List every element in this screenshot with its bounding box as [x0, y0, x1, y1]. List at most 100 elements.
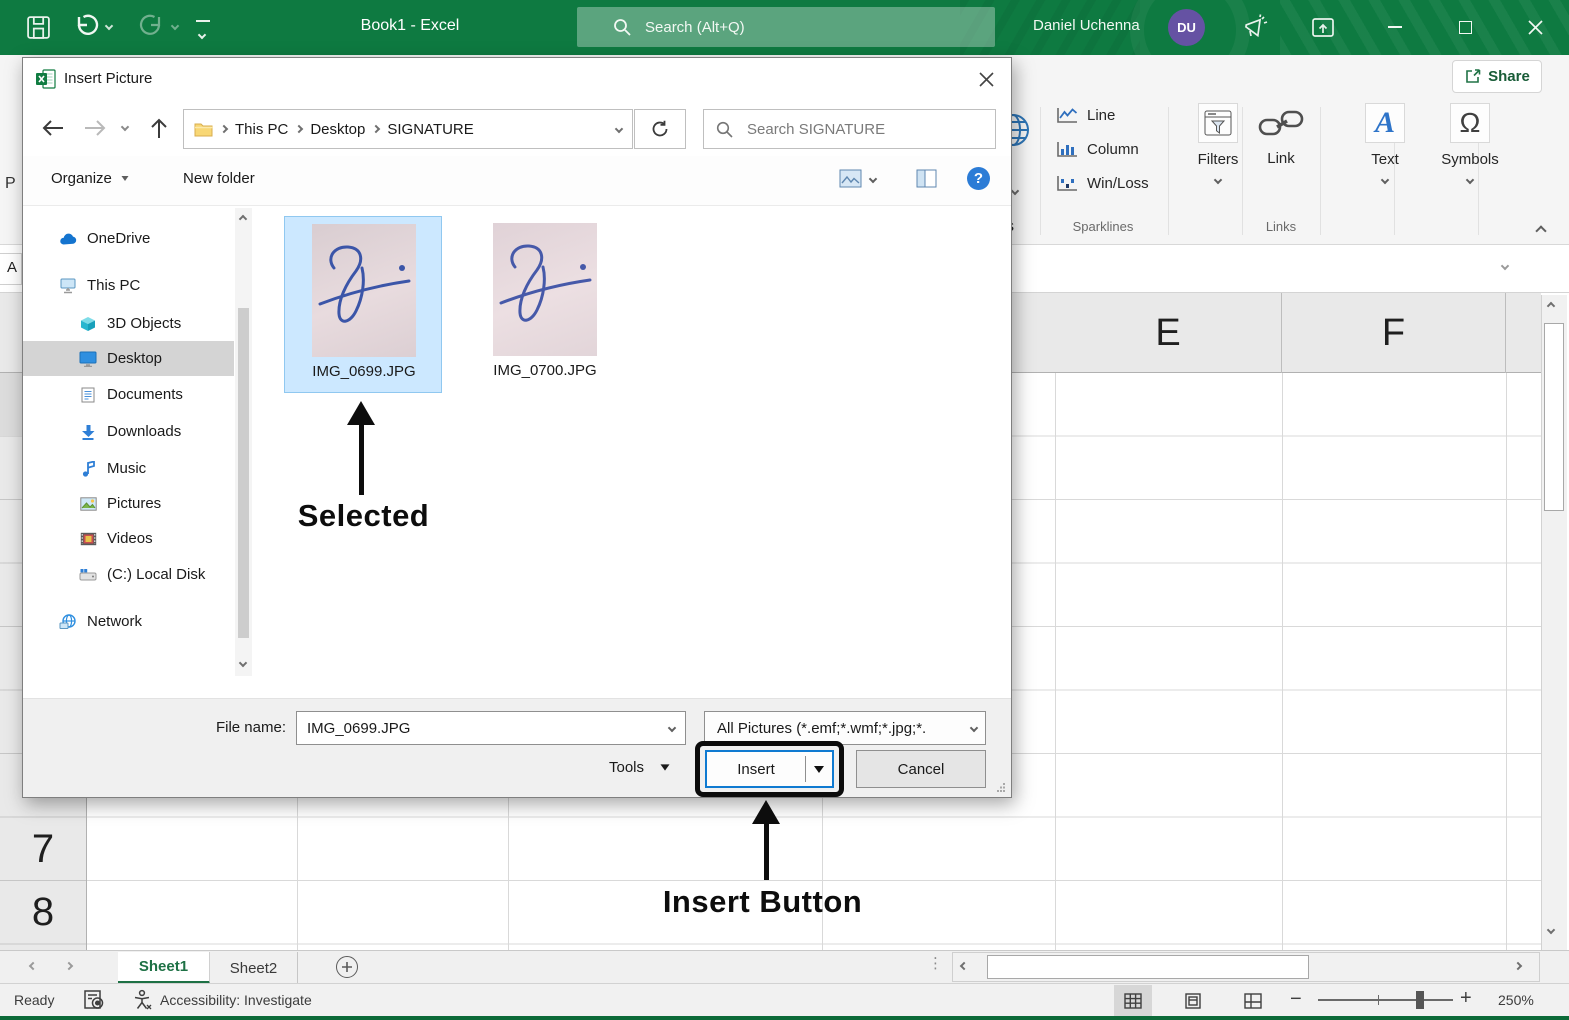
collapse-ribbon-chevron[interactable]	[1535, 225, 1546, 236]
redo-button[interactable]	[138, 12, 178, 40]
cancel-button[interactable]: Cancel	[856, 750, 986, 788]
search-box[interactable]: Search (Alt+Q)	[577, 7, 995, 47]
sidebar-item-onedrive[interactable]: OneDrive	[23, 221, 234, 256]
tab-sheet1[interactable]: Sheet1	[118, 952, 210, 984]
maximize-button[interactable]	[1442, 7, 1488, 47]
tab-sheet2[interactable]: Sheet2	[210, 952, 298, 984]
feedback-megaphone-icon[interactable]	[1242, 14, 1269, 41]
recent-locations-chevron[interactable]	[121, 123, 129, 131]
share-icon	[1464, 68, 1481, 85]
sidebar-item-documents[interactable]: Documents	[23, 377, 234, 412]
column-header-f[interactable]: F	[1282, 293, 1506, 373]
add-sheet-button[interactable]	[336, 956, 358, 978]
sidebar-item-music[interactable]: Music	[23, 451, 234, 486]
refresh-button[interactable]	[634, 109, 686, 149]
scroll-left-arrow[interactable]	[961, 963, 967, 969]
close-window-button[interactable]	[1512, 7, 1558, 47]
sidebar-item-this-pc[interactable]: This PC	[23, 268, 234, 303]
scroll-up-arrow[interactable]	[1548, 303, 1554, 309]
link-button[interactable]: Link	[1249, 103, 1313, 167]
help-button[interactable]: ?	[967, 167, 990, 190]
new-folder-button[interactable]: New folder	[183, 170, 255, 187]
undo-button[interactable]	[72, 12, 112, 40]
row-header-7[interactable]: 7	[0, 818, 86, 881]
vertical-scroll-thumb[interactable]	[1544, 323, 1564, 511]
avatar[interactable]: DU	[1168, 9, 1205, 46]
breadcrumb-this-pc[interactable]: This PC	[235, 121, 288, 138]
normal-view-button[interactable]	[1114, 985, 1152, 1016]
user-name[interactable]: Daniel Uchenna	[1033, 17, 1140, 34]
sidebar-item-local-disk[interactable]: (C:) Local Disk	[23, 557, 234, 592]
sidebar-item-pictures[interactable]: Pictures	[23, 486, 234, 521]
breadcrumb-signature[interactable]: SIGNATURE	[387, 121, 473, 138]
sidebar-scroll-down-arrow[interactable]	[239, 659, 247, 667]
page-layout-view-button[interactable]	[1174, 985, 1212, 1016]
tab-splitter-handle[interactable]: ⋮	[928, 954, 944, 972]
accessibility-icon[interactable]	[132, 989, 154, 1011]
sidebar-scrollbar[interactable]	[235, 208, 252, 676]
share-button[interactable]: Share	[1452, 60, 1542, 93]
redo-dropdown-chevron[interactable]	[171, 22, 179, 30]
tools-dropdown[interactable]: Tools	[609, 759, 670, 776]
file-name-input[interactable]: IMG_0699.JPG	[296, 711, 686, 745]
organize-button[interactable]: Organize	[51, 170, 130, 187]
symbols-button[interactable]: Ω Symbols	[1430, 103, 1510, 183]
minimize-button[interactable]	[1372, 7, 1418, 47]
file-type-dropdown-chevron[interactable]	[970, 724, 978, 732]
breadcrumb[interactable]: This PC Desktop SIGNATURE	[183, 109, 633, 149]
dialog-resize-grip[interactable]	[996, 782, 1006, 792]
zoom-out-button[interactable]: −	[1290, 988, 1302, 1011]
zoom-slider-thumb[interactable]	[1416, 991, 1424, 1009]
scroll-down-arrow[interactable]	[1548, 927, 1554, 933]
sidebar-item-3d-objects[interactable]: 3D Objects	[23, 306, 234, 341]
sidebar-item-downloads[interactable]: Downloads	[23, 414, 234, 449]
up-button[interactable]	[149, 117, 169, 139]
expand-formula-bar-chevron[interactable]	[1501, 262, 1509, 270]
forward-button[interactable]	[83, 118, 107, 138]
page-break-view-button[interactable]	[1234, 985, 1272, 1016]
sidebar-scroll-up-arrow[interactable]	[239, 215, 247, 223]
insert-split-dropdown[interactable]	[806, 766, 832, 773]
scroll-right-arrow[interactable]	[1515, 963, 1521, 969]
filters-button[interactable]: Filters	[1178, 103, 1258, 183]
sidebar-item-network[interactable]: Network	[23, 604, 234, 639]
dialog-search-box[interactable]: Search SIGNATURE	[703, 109, 996, 149]
hidden-group-chevron[interactable]	[1011, 187, 1019, 195]
file-type-dropdown[interactable]: All Pictures (*.emf;*.wmf;*.jpg;*.	[704, 711, 986, 745]
sparkline-column-button[interactable]: Column	[1056, 141, 1139, 158]
row-header-8[interactable]: 8	[0, 881, 86, 944]
breadcrumb-desktop[interactable]: Desktop	[310, 121, 365, 138]
file-tile-selected[interactable]: IMG_0699.JPG	[284, 216, 442, 393]
horizontal-scrollbar[interactable]	[952, 952, 1540, 982]
insert-button[interactable]: Insert	[705, 750, 834, 788]
breadcrumb-dropdown-chevron[interactable]	[615, 125, 623, 133]
customize-quick-access-icon[interactable]	[196, 20, 210, 43]
sparkline-line-button[interactable]: Line	[1056, 107, 1115, 124]
file-name-dropdown-chevron[interactable]	[668, 724, 676, 732]
file-tile[interactable]: IMG_0700.JPG	[466, 216, 624, 393]
name-box[interactable]: A	[0, 253, 22, 285]
undo-dropdown-chevron[interactable]	[105, 22, 113, 30]
sidebar-item-desktop[interactable]: Desktop	[23, 341, 234, 376]
dialog-close-button[interactable]	[975, 68, 998, 91]
horizontal-scroll-thumb[interactable]	[987, 955, 1309, 979]
close-icon	[979, 72, 994, 87]
sidebar-scroll-thumb[interactable]	[238, 308, 249, 638]
preview-pane-button[interactable]	[916, 169, 937, 188]
views-button[interactable]	[839, 169, 876, 188]
sheet-nav-right-arrow[interactable]	[65, 962, 73, 970]
sparkline-winloss-button[interactable]: Win/Loss	[1056, 175, 1149, 192]
zoom-in-button[interactable]: +	[1460, 987, 1472, 1010]
ribbon-display-options-icon[interactable]	[1310, 15, 1336, 41]
zoom-slider-track[interactable]	[1318, 999, 1453, 1001]
column-header-e[interactable]: E	[1055, 293, 1282, 373]
sidebar-item-videos[interactable]: Videos	[23, 521, 234, 556]
macro-record-icon[interactable]	[84, 990, 105, 1010]
accessibility-status[interactable]: Accessibility: Investigate	[160, 992, 312, 1008]
save-button[interactable]	[26, 15, 51, 40]
zoom-level[interactable]: 250%	[1498, 992, 1534, 1008]
vertical-scrollbar[interactable]	[1541, 295, 1567, 950]
text-button[interactable]: A Text	[1347, 103, 1423, 183]
back-button[interactable]	[41, 118, 65, 138]
sheet-nav-left-arrow[interactable]	[29, 962, 37, 970]
